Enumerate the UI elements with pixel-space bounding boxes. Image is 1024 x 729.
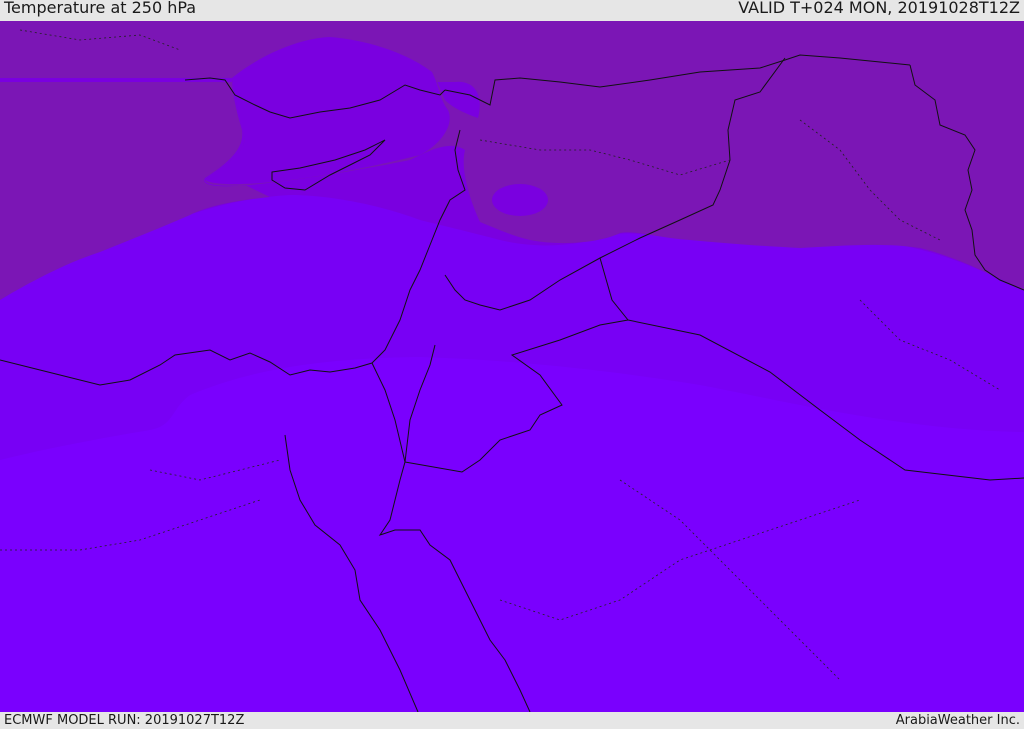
valid-time: VALID T+024 MON, 20191028T12Z bbox=[738, 0, 1020, 17]
header-bar: Temperature at 250 hPa VALID T+024 MON, … bbox=[0, 0, 1024, 21]
small-pocket bbox=[492, 184, 548, 216]
credit: ArabiaWeather Inc. bbox=[895, 713, 1020, 728]
map-canvas bbox=[0, 21, 1024, 712]
footer-bar: ECMWF MODEL RUN: 20191027T12Z ArabiaWeat… bbox=[0, 712, 1024, 729]
model-run: ECMWF MODEL RUN: 20191027T12Z bbox=[4, 713, 245, 728]
map-title: Temperature at 250 hPa bbox=[4, 0, 197, 17]
map-area bbox=[0, 21, 1024, 712]
